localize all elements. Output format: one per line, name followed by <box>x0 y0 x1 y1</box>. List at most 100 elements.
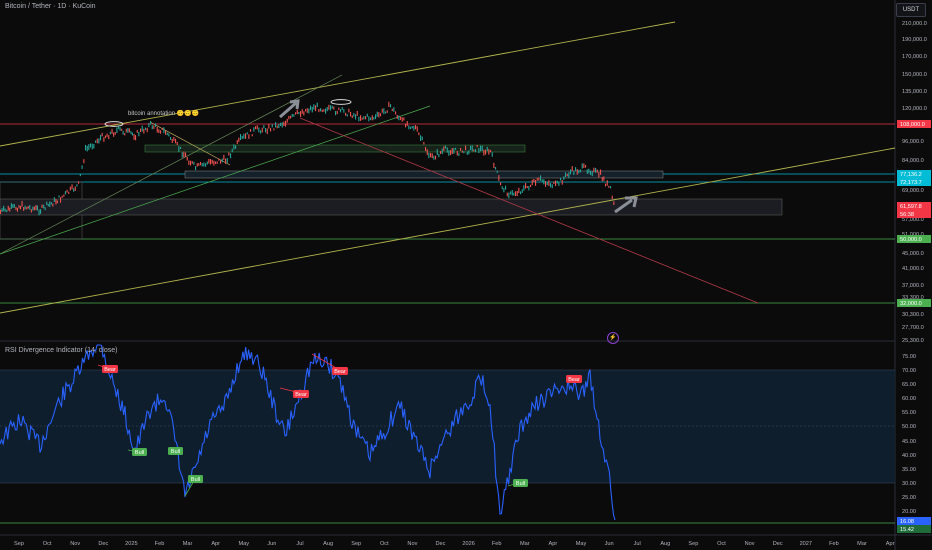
price-tick: 210,000.0 <box>902 21 927 27</box>
candle <box>341 107 343 110</box>
candle <box>56 200 58 204</box>
trendline-green-2 <box>0 105 431 255</box>
candle <box>560 177 562 181</box>
price-tick: 25,300.0 <box>902 338 924 344</box>
candle <box>421 136 423 141</box>
candle <box>47 203 49 207</box>
candle <box>523 185 525 191</box>
candle <box>98 138 100 144</box>
candle <box>131 132 133 136</box>
candle <box>333 106 335 110</box>
chart-title: Bitcoin / Tether · 1D · KuCoin <box>5 3 96 10</box>
candle <box>108 135 110 140</box>
time-tick: Dec <box>773 541 783 547</box>
candle <box>468 150 470 155</box>
candle <box>118 126 120 129</box>
candle <box>4 208 6 212</box>
candle <box>168 133 170 137</box>
price-tick: 120,000.0 <box>902 106 927 112</box>
candle <box>156 126 158 133</box>
candle <box>0 209 2 214</box>
candle <box>130 131 132 135</box>
candle <box>223 154 225 160</box>
candle <box>281 122 283 128</box>
candle <box>7 205 9 211</box>
candle <box>125 128 127 133</box>
candle <box>450 150 452 156</box>
candle <box>86 145 88 152</box>
candle <box>563 176 565 180</box>
candle <box>413 125 415 131</box>
candle <box>260 130 262 134</box>
candle <box>451 148 453 154</box>
candle <box>241 135 243 139</box>
time-tick: May <box>239 541 250 547</box>
candle <box>570 169 572 175</box>
candle <box>328 104 330 110</box>
candle <box>190 160 192 166</box>
candle <box>76 184 78 187</box>
candle <box>121 128 123 131</box>
candle <box>505 185 507 190</box>
candle <box>418 132 420 136</box>
price-label: 108,000.0 <box>900 122 925 128</box>
candle <box>558 181 560 186</box>
candle <box>420 135 422 141</box>
candle <box>530 184 532 187</box>
chart-canvas[interactable]: Bear Bear Bear Bear Bull Bull Bull Bull … <box>0 0 932 550</box>
candle <box>308 108 310 114</box>
candle <box>310 105 312 111</box>
candle <box>585 165 587 168</box>
candle <box>400 116 402 120</box>
rsi-tick: 40.00 <box>902 453 916 459</box>
candle <box>68 191 70 194</box>
candle <box>431 153 433 159</box>
price-tick: 96,000.0 <box>902 139 924 145</box>
candle <box>355 114 357 120</box>
candle <box>198 163 200 166</box>
candle <box>29 205 31 210</box>
candle <box>475 149 477 153</box>
svg-text:Bull: Bull <box>191 477 200 483</box>
candle <box>166 132 168 136</box>
candle <box>556 180 558 184</box>
candle <box>291 114 293 118</box>
candle <box>406 121 408 126</box>
time-tick: Oct <box>380 541 389 547</box>
rsi-tick: 25.00 <box>902 495 916 501</box>
candle <box>356 111 358 116</box>
rsi-tick: 55.00 <box>902 410 916 416</box>
signal-bear: Bear <box>566 375 582 383</box>
candle <box>335 111 337 116</box>
candle <box>330 105 332 111</box>
candle <box>611 195 613 200</box>
candle <box>140 128 142 132</box>
candle <box>216 161 218 164</box>
time-tick: Dec <box>98 541 108 547</box>
rsi-current-label: 16.08 <box>900 519 914 525</box>
currency-button[interactable]: USDT <box>896 3 926 17</box>
time-tick: Feb <box>829 541 839 547</box>
candle <box>538 177 540 181</box>
candle <box>220 160 222 164</box>
candle <box>136 130 138 133</box>
time-tick: Nov <box>70 541 80 547</box>
time-tick: Oct <box>717 541 726 547</box>
candle <box>338 107 340 111</box>
candle <box>256 125 258 130</box>
candle <box>361 117 363 120</box>
candle <box>448 150 450 156</box>
candle <box>340 109 342 113</box>
candle <box>510 191 512 195</box>
candle <box>95 140 97 143</box>
time-axis: Sep Oct Nov Dec 2025 Feb Mar Apr May Jun Jul Aug Sep… <box>14 541 895 547</box>
candle <box>596 169 598 173</box>
flash-icon[interactable]: ⚡ <box>607 332 619 344</box>
candle <box>583 163 585 168</box>
candle <box>230 153 232 159</box>
candle <box>498 175 500 181</box>
candle <box>531 179 533 186</box>
rsi-tick: 35.00 <box>902 467 916 473</box>
candle <box>88 144 90 150</box>
candle <box>113 132 115 137</box>
